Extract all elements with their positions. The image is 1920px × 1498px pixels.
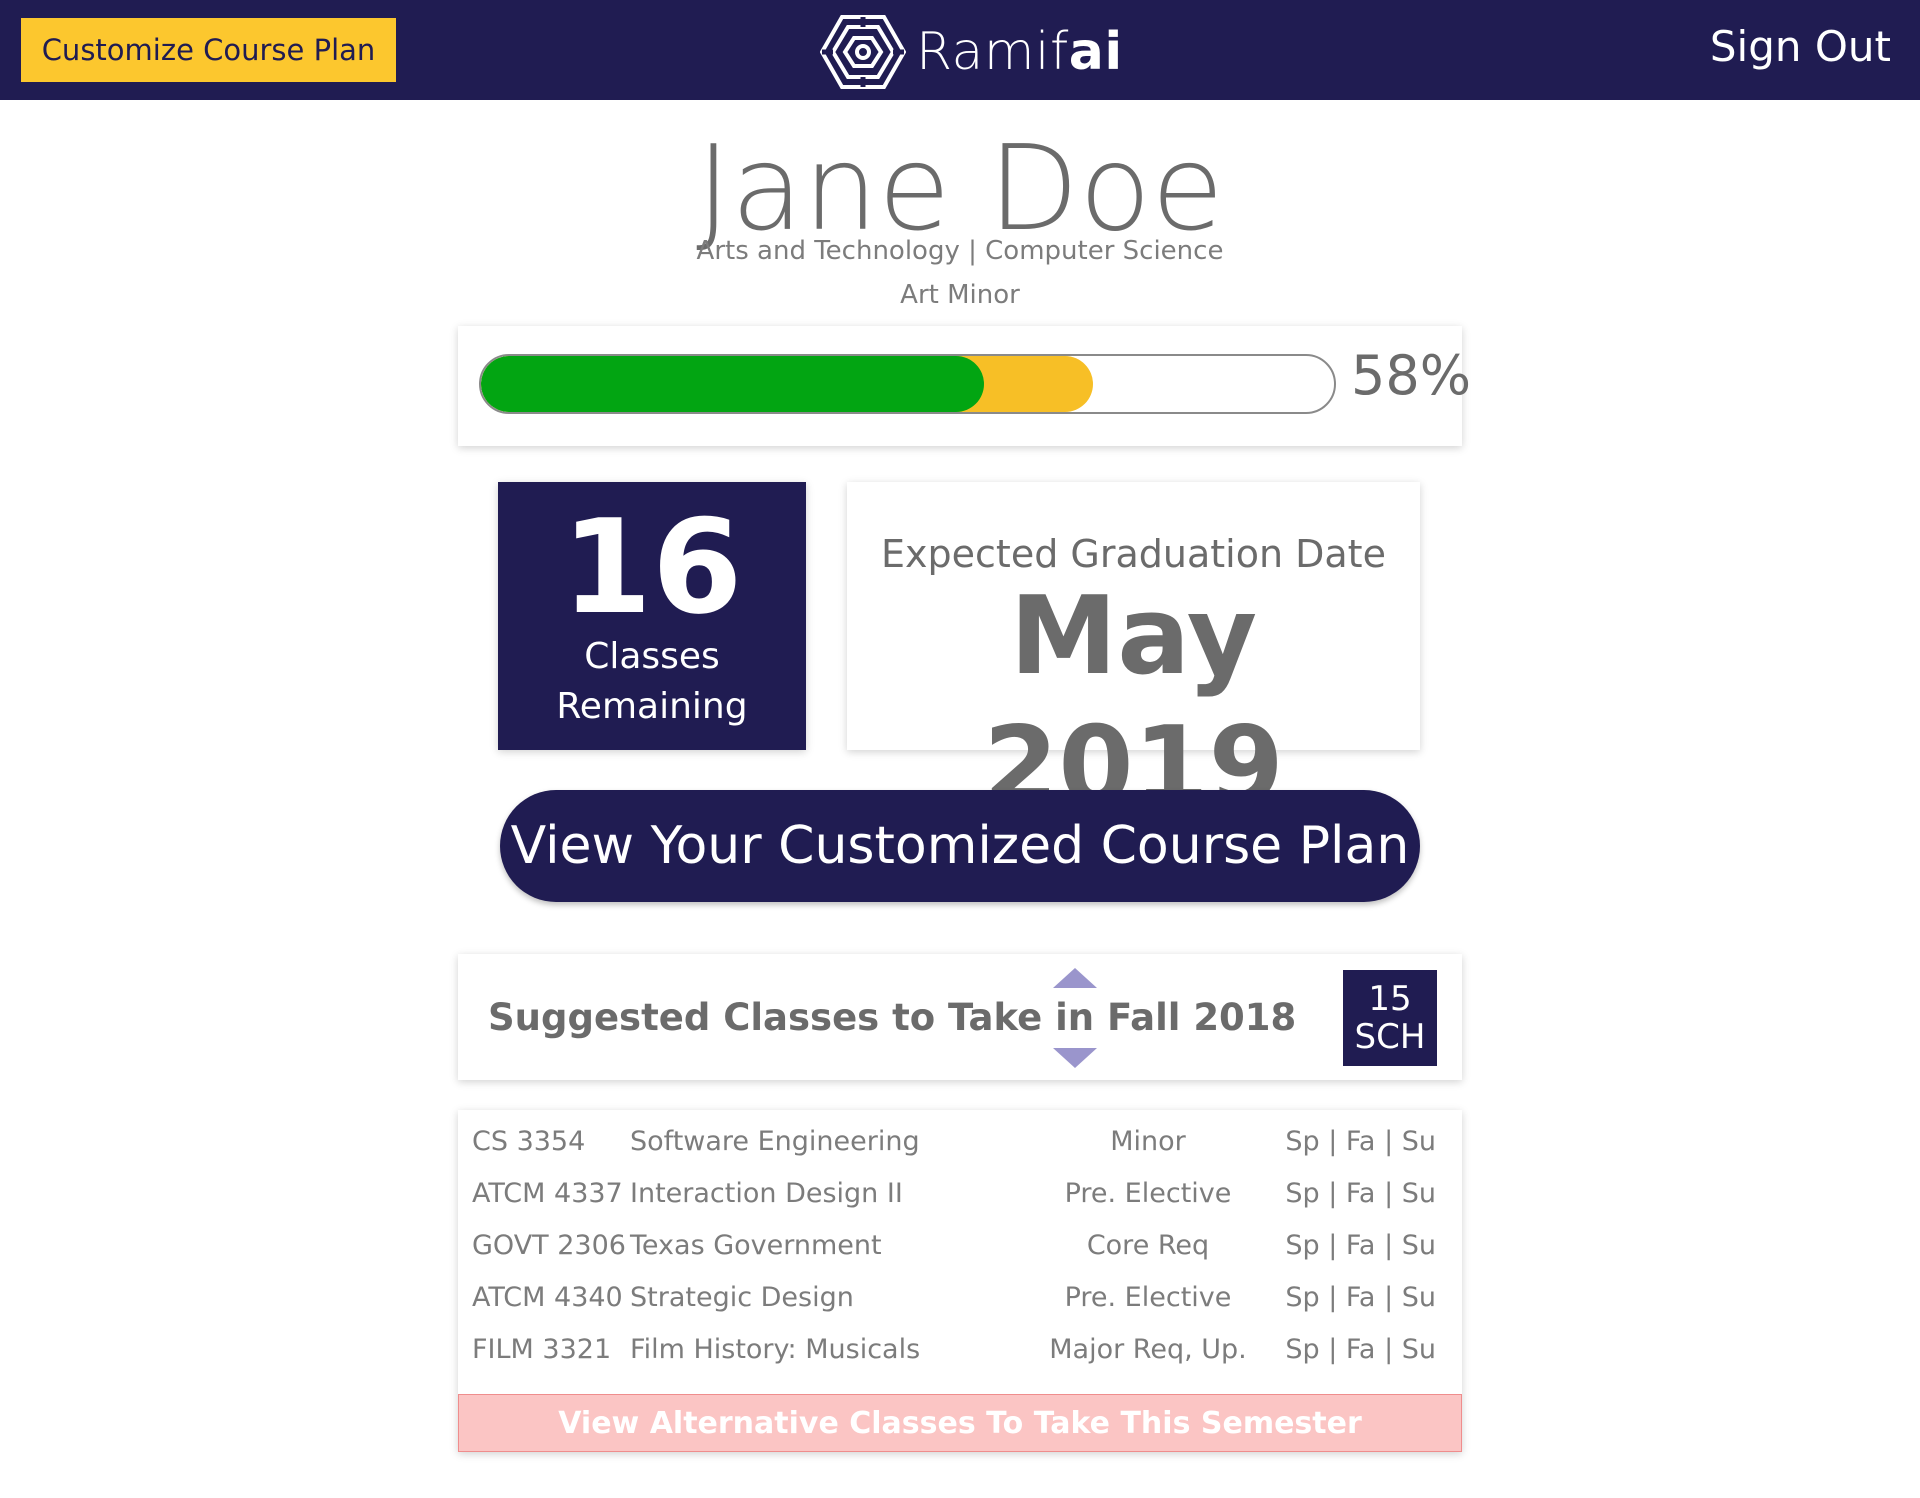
class-code: ATCM 4337 xyxy=(472,1178,623,1209)
class-title: Film History: Musicals xyxy=(630,1334,921,1365)
degree-progress-card: 58% xyxy=(458,326,1471,446)
sch-unit: SCH xyxy=(1354,1017,1426,1057)
class-code: CS 3354 xyxy=(472,1126,586,1157)
classes-remaining-label: Classes Remaining xyxy=(498,632,806,732)
class-title: Texas Government xyxy=(630,1230,882,1261)
classes-remaining-count: 16 xyxy=(561,491,743,643)
class-terms: Sp | Fa | Su xyxy=(1285,1282,1436,1313)
graduation-date-card: Expected Graduation Date May 2019 xyxy=(847,482,1420,829)
table-row[interactable]: CS 3354 Software Engineering Minor Sp | … xyxy=(458,1116,1462,1168)
class-requirement-type: Minor xyxy=(1110,1126,1186,1157)
class-requirement-type: Pre. Elective xyxy=(1064,1282,1232,1313)
progress-percent: 58% xyxy=(1351,344,1472,407)
class-terms: Sp | Fa | Su xyxy=(1285,1334,1436,1365)
sch-value: 15 xyxy=(1368,979,1412,1019)
class-terms: Sp | Fa | Su xyxy=(1285,1178,1436,1209)
class-title: Interaction Design II xyxy=(630,1178,903,1209)
semester-down-arrow-icon[interactable] xyxy=(1053,1048,1097,1068)
degree-progress-bar xyxy=(479,354,1336,414)
class-requirement-type: Major Req, Up. xyxy=(1049,1334,1247,1365)
class-requirement-type: Core Req xyxy=(1086,1230,1210,1261)
ramifai-logo-icon xyxy=(820,15,906,89)
view-course-plan-button[interactable]: View Your Customized Course Plan xyxy=(500,790,1420,902)
table-row[interactable]: ATCM 4340 Strategic Design Pre. Elective… xyxy=(458,1272,1462,1324)
student-program: Arts and Technology | Computer Science xyxy=(696,236,1224,266)
class-terms: Sp | Fa | Su xyxy=(1285,1126,1436,1157)
class-code: GOVT 2306 xyxy=(472,1230,626,1261)
brand-logo[interactable]: Ramifai xyxy=(820,14,1123,90)
class-code: FILM 3321 xyxy=(472,1334,612,1365)
brand-name-text: Ramif xyxy=(916,22,1069,82)
progress-fill-completed xyxy=(481,356,985,412)
table-row[interactable]: FILM 3321 Film History: Musicals Major R… xyxy=(458,1324,1462,1376)
classes-label-line-2: Remaining xyxy=(556,686,748,727)
classes-remaining-card: 16 Classes Remaining xyxy=(498,482,806,750)
classes-label-line-1: Classes xyxy=(584,636,720,677)
table-row[interactable]: ATCM 4337 Interaction Design II Pre. Ele… xyxy=(458,1168,1462,1220)
semester-up-arrow-icon[interactable] xyxy=(1053,968,1097,988)
class-title: Strategic Design xyxy=(630,1282,854,1313)
suggested-classes-title: Suggested Classes to Take in Fall 2018 xyxy=(488,996,1297,1039)
sign-out-link[interactable]: Sign Out xyxy=(1710,22,1891,71)
customize-course-plan-button[interactable]: Customize Course Plan xyxy=(21,18,396,82)
suggested-classes-header: Suggested Classes to Take in Fall 2018 1… xyxy=(458,954,1462,1080)
top-nav-bar: Customize Course Plan Ramifai Sign Out xyxy=(0,0,1920,100)
view-alternative-classes-button[interactable]: View Alternative Classes To Take This Se… xyxy=(458,1394,1462,1452)
student-minor: Art Minor xyxy=(900,280,1020,310)
class-requirement-type: Pre. Elective xyxy=(1064,1178,1232,1209)
class-title: Software Engineering xyxy=(630,1126,920,1157)
brand-name: Ramifai xyxy=(916,22,1123,82)
class-code: ATCM 4340 xyxy=(472,1282,623,1313)
brand-name-ai: ai xyxy=(1068,22,1123,82)
sch-badge: 15 SCH xyxy=(1343,970,1437,1066)
table-row[interactable]: GOVT 2306 Texas Government Core Req Sp |… xyxy=(458,1220,1462,1272)
graduation-date-label: Expected Graduation Date xyxy=(881,532,1386,576)
class-terms: Sp | Fa | Su xyxy=(1285,1230,1436,1261)
